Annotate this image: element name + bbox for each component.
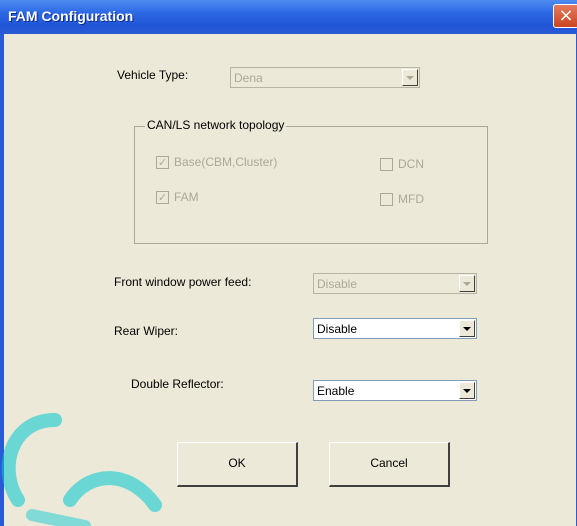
dcn-label: DCN: [398, 157, 424, 171]
chevron-down-icon[interactable]: [459, 382, 475, 399]
network-topology-title: CAN/LS network topology: [145, 118, 287, 132]
chevron-down-icon[interactable]: [459, 320, 475, 337]
check-mark-icon: ✓: [156, 191, 169, 204]
chevron-down-icon[interactable]: [402, 69, 418, 86]
double-reflector-select[interactable]: Enable: [313, 380, 477, 401]
fam-label: FAM: [174, 190, 199, 204]
double-reflector-label: Double Reflector:: [131, 377, 224, 391]
fam-checkbox[interactable]: ✓ FAM: [156, 190, 236, 206]
base-cbm-cluster-checkbox[interactable]: ✓ Base(CBM,Cluster): [156, 155, 316, 171]
window-title: FAM Configuration: [8, 8, 134, 24]
close-button[interactable]: ×: [553, 4, 577, 28]
mfd-label: MFD: [398, 192, 424, 206]
rear-wiper-value: Disable: [317, 322, 358, 336]
checkbox-empty-icon: [380, 158, 393, 171]
title-bar[interactable]: FAM Configuration ×: [0, 0, 577, 34]
network-topology-group: [134, 126, 488, 244]
cancel-button[interactable]: Cancel: [329, 442, 450, 487]
vehicle-type-select[interactable]: Dena: [230, 67, 420, 88]
rear-wiper-select[interactable]: Disable: [313, 318, 477, 339]
dialog-window: FAM Configuration × Vehicle Type: Dena C…: [0, 0, 577, 526]
vehicle-type-value: Dena: [234, 71, 263, 85]
front-window-power-feed-label: Front window power feed:: [114, 275, 252, 289]
ok-button[interactable]: OK: [177, 442, 298, 487]
rear-wiper-label: Rear Wiper:: [114, 324, 179, 338]
double-reflector-value: Enable: [317, 384, 355, 398]
front-window-power-feed-select[interactable]: Disable: [313, 273, 477, 294]
vehicle-type-label: Vehicle Type:: [117, 68, 189, 82]
check-mark-icon: ✓: [156, 156, 169, 169]
close-icon: ×: [558, 5, 574, 26]
base-cbm-cluster-label: Base(CBM,Cluster): [174, 155, 278, 169]
mfd-checkbox[interactable]: MFD: [380, 192, 460, 208]
front-window-power-feed-value: Disable: [317, 277, 358, 291]
chevron-down-icon[interactable]: [459, 275, 475, 292]
dcn-checkbox[interactable]: DCN: [380, 157, 460, 173]
checkbox-empty-icon: [380, 193, 393, 206]
